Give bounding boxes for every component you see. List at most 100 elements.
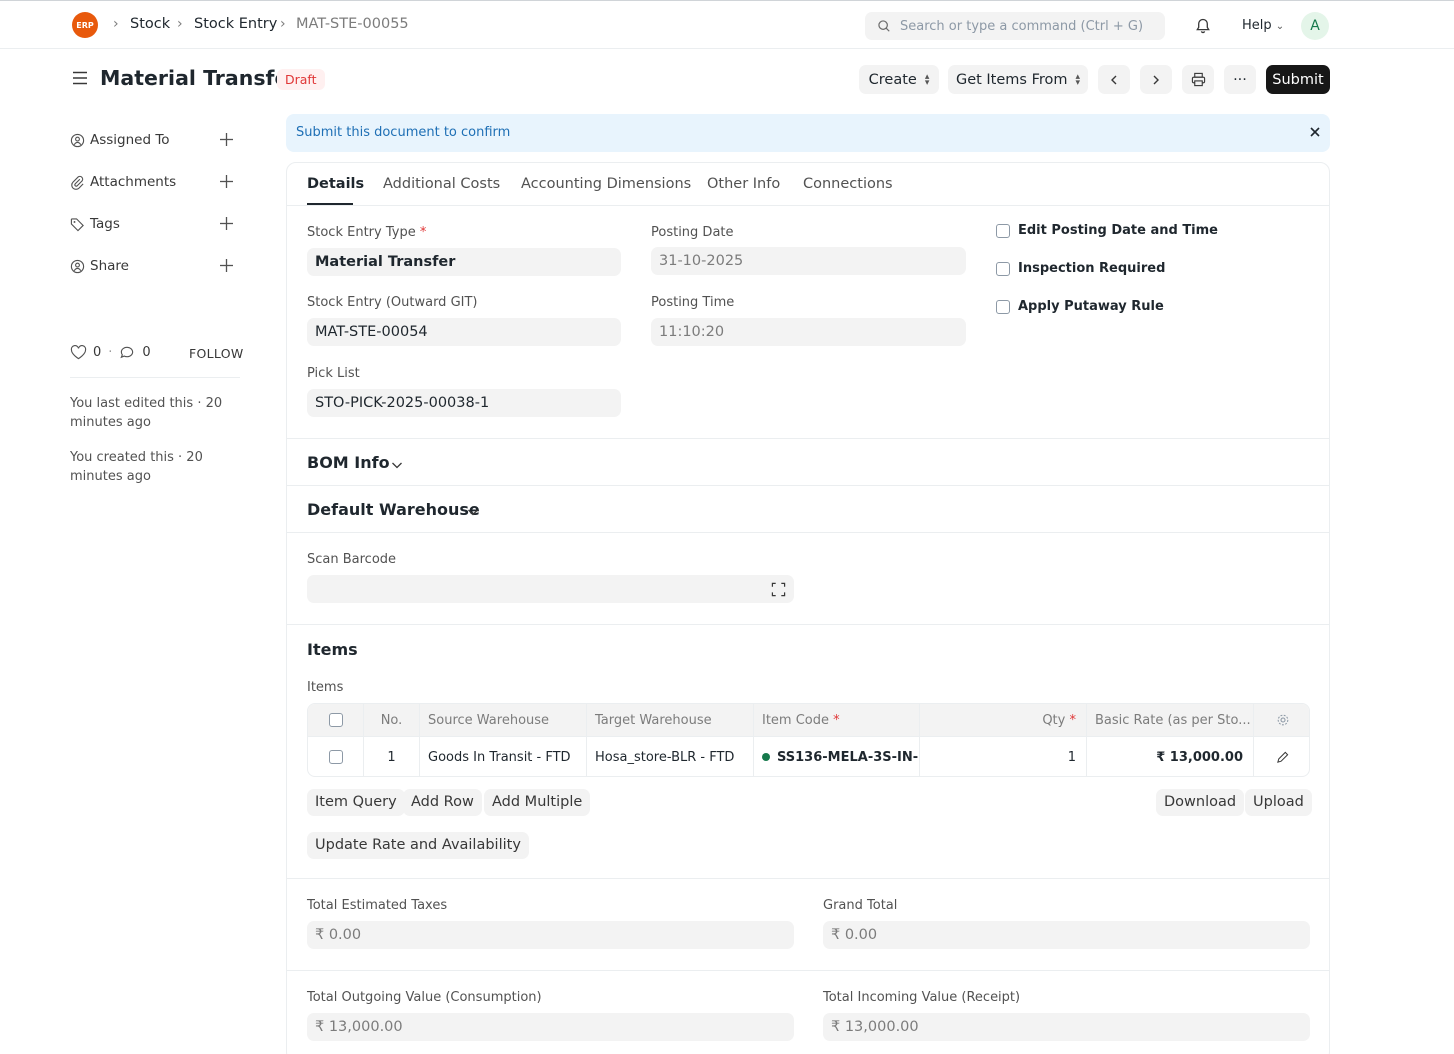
pick-list-label: Pick List (307, 366, 360, 381)
submit-button[interactable]: Submit (1266, 65, 1330, 94)
more-actions-button[interactable]: ··· (1224, 65, 1256, 94)
item-code-value: SS136-MELA-3S-IN-S (777, 749, 920, 765)
default-warehouse-section[interactable]: Default Warehouse (307, 500, 480, 519)
add-attachment-icon[interactable] (219, 174, 234, 189)
chevron-right-icon: › (177, 16, 183, 32)
tab-details[interactable]: Details (307, 176, 364, 192)
active-tab-indicator (307, 203, 353, 205)
app-logo[interactable]: ERP (72, 12, 98, 38)
comment-icon[interactable] (119, 345, 135, 360)
column-header-no: No. (364, 704, 420, 736)
outgoing-value-field[interactable]: ₹ 13,000.00 (307, 1013, 794, 1041)
posting-date-field[interactable]: 31-10-2025 (651, 247, 966, 275)
breadcrumb-stock-entry[interactable]: Stock Entry (194, 16, 277, 32)
next-button[interactable] (1140, 65, 1172, 94)
posting-time-label: Posting Time (651, 295, 735, 310)
tab-accounting-dimensions[interactable]: Accounting Dimensions (521, 176, 691, 192)
tab-other-info[interactable]: Other Info (707, 176, 780, 192)
section-divider (287, 532, 1329, 533)
engagement-stats: 0 · 0 (70, 345, 151, 360)
gear-icon[interactable] (1276, 713, 1290, 727)
breadcrumb-document[interactable]: MAT-STE-00055 (296, 16, 409, 32)
apply-putaway-rule-label: Apply Putaway Rule (1018, 299, 1164, 314)
scan-barcode-label: Scan Barcode (307, 552, 397, 567)
breadcrumb-stock[interactable]: Stock (130, 16, 170, 32)
column-header-qty: Qty * (920, 704, 1087, 736)
create-button[interactable]: Create ▴ ▾ (859, 65, 939, 94)
form-card: Details Additional Costs Accounting Dime… (286, 162, 1330, 1054)
inspection-required-checkbox[interactable] (996, 262, 1010, 276)
grand-total-field[interactable]: ₹ 0.00 (823, 921, 1310, 949)
incoming-value-field[interactable]: ₹ 13,000.00 (823, 1013, 1310, 1041)
table-header: No. Source Warehouse Target Warehouse It… (308, 704, 1309, 737)
print-button[interactable] (1182, 65, 1214, 94)
previous-button[interactable] (1098, 65, 1130, 94)
row-checkbox[interactable] (328, 750, 343, 764)
status-badge: Draft (277, 69, 325, 90)
submit-alert: Submit this document to confirm (286, 114, 1330, 152)
source-warehouse-cell[interactable]: Goods In Transit - FTD (420, 737, 587, 776)
section-divider (287, 878, 1329, 879)
pick-list-field[interactable]: STO-PICK-2025-00038-1 (307, 389, 621, 417)
stock-entry-type-field[interactable]: Material Transfer (307, 248, 621, 276)
apply-putaway-rule-checkbox[interactable] (996, 300, 1010, 314)
chevron-down-icon[interactable] (466, 505, 480, 519)
search-bar[interactable] (865, 12, 1165, 40)
total-taxes-field[interactable]: ₹ 0.00 (307, 921, 794, 949)
outward-git-field[interactable]: MAT-STE-00054 (307, 318, 621, 346)
sidebar-item-attachments[interactable]: Attachments (70, 174, 176, 190)
target-warehouse-cell[interactable]: Hosa_store-BLR - FTD (587, 737, 754, 776)
edit-posting-date-label: Edit Posting Date and Time (1018, 223, 1219, 238)
tab-additional-costs[interactable]: Additional Costs (383, 176, 500, 192)
bom-info-section[interactable]: BOM Info (307, 453, 390, 472)
column-header-source-warehouse: Source Warehouse (420, 704, 587, 736)
edit-icon[interactable] (1276, 751, 1289, 764)
get-items-from-button[interactable]: Get Items From ▴ ▾ (948, 65, 1088, 94)
add-assignee-icon[interactable] (219, 132, 234, 147)
hamburger-menu-icon[interactable] (72, 71, 88, 85)
download-button[interactable]: Download (1156, 789, 1245, 816)
sidebar-item-assigned-to[interactable]: Assigned To (70, 132, 170, 148)
status-dot-icon (762, 753, 770, 761)
section-divider (287, 624, 1329, 625)
follow-button[interactable]: FOLLOW (189, 346, 244, 361)
scan-barcode-field[interactable] (307, 575, 794, 603)
item-query-button[interactable]: Item Query (307, 789, 405, 816)
add-tag-icon[interactable] (219, 216, 234, 231)
edit-posting-date-checkbox[interactable] (996, 224, 1010, 238)
help-dropdown[interactable]: Help ⌄ (1242, 18, 1284, 33)
chevron-right-icon: › (113, 16, 119, 32)
sidebar-item-share[interactable]: Share (70, 258, 129, 274)
incoming-value-label: Total Incoming Value (Receipt) (823, 990, 1021, 1005)
comments-count: 0 (142, 345, 151, 360)
update-rate-button[interactable]: Update Rate and Availability (307, 832, 529, 859)
heart-icon[interactable] (70, 345, 87, 360)
search-input[interactable] (900, 12, 1155, 40)
avatar[interactable]: A (1301, 12, 1329, 40)
item-code-cell[interactable]: SS136-MELA-3S-IN-S (754, 737, 920, 776)
upload-button[interactable]: Upload (1245, 789, 1312, 816)
sidebar-item-label: Attachments (90, 174, 177, 190)
section-divider (287, 438, 1329, 439)
basic-rate-cell[interactable]: ₹ 13,000.00 (1087, 737, 1254, 776)
section-divider (287, 970, 1329, 971)
posting-time-field[interactable]: 11:10:20 (651, 318, 966, 346)
qty-cell[interactable]: 1 (920, 737, 1087, 776)
printer-icon (1191, 72, 1205, 87)
tab-connections[interactable]: Connections (803, 176, 893, 192)
get-items-from-label: Get Items From (955, 71, 1068, 88)
chevron-down-icon[interactable] (390, 458, 404, 472)
select-all-checkbox[interactable] (328, 713, 343, 727)
sidebar-item-label: Share (90, 258, 129, 274)
scan-icon[interactable] (771, 582, 786, 597)
add-row-button[interactable]: Add Row (403, 789, 482, 816)
sidebar-item-tags[interactable]: Tags (70, 216, 120, 232)
add-multiple-button[interactable]: Add Multiple (484, 789, 591, 816)
bell-icon[interactable] (1194, 17, 1212, 35)
search-icon (878, 20, 890, 32)
close-icon[interactable] (1308, 125, 1322, 139)
column-header-basic-rate: Basic Rate (as per Sto... (1087, 704, 1254, 736)
select-arrows-icon: ▴ ▾ (924, 71, 930, 88)
add-share-icon[interactable] (219, 258, 234, 273)
sidebar-item-label: Assigned To (90, 132, 170, 148)
